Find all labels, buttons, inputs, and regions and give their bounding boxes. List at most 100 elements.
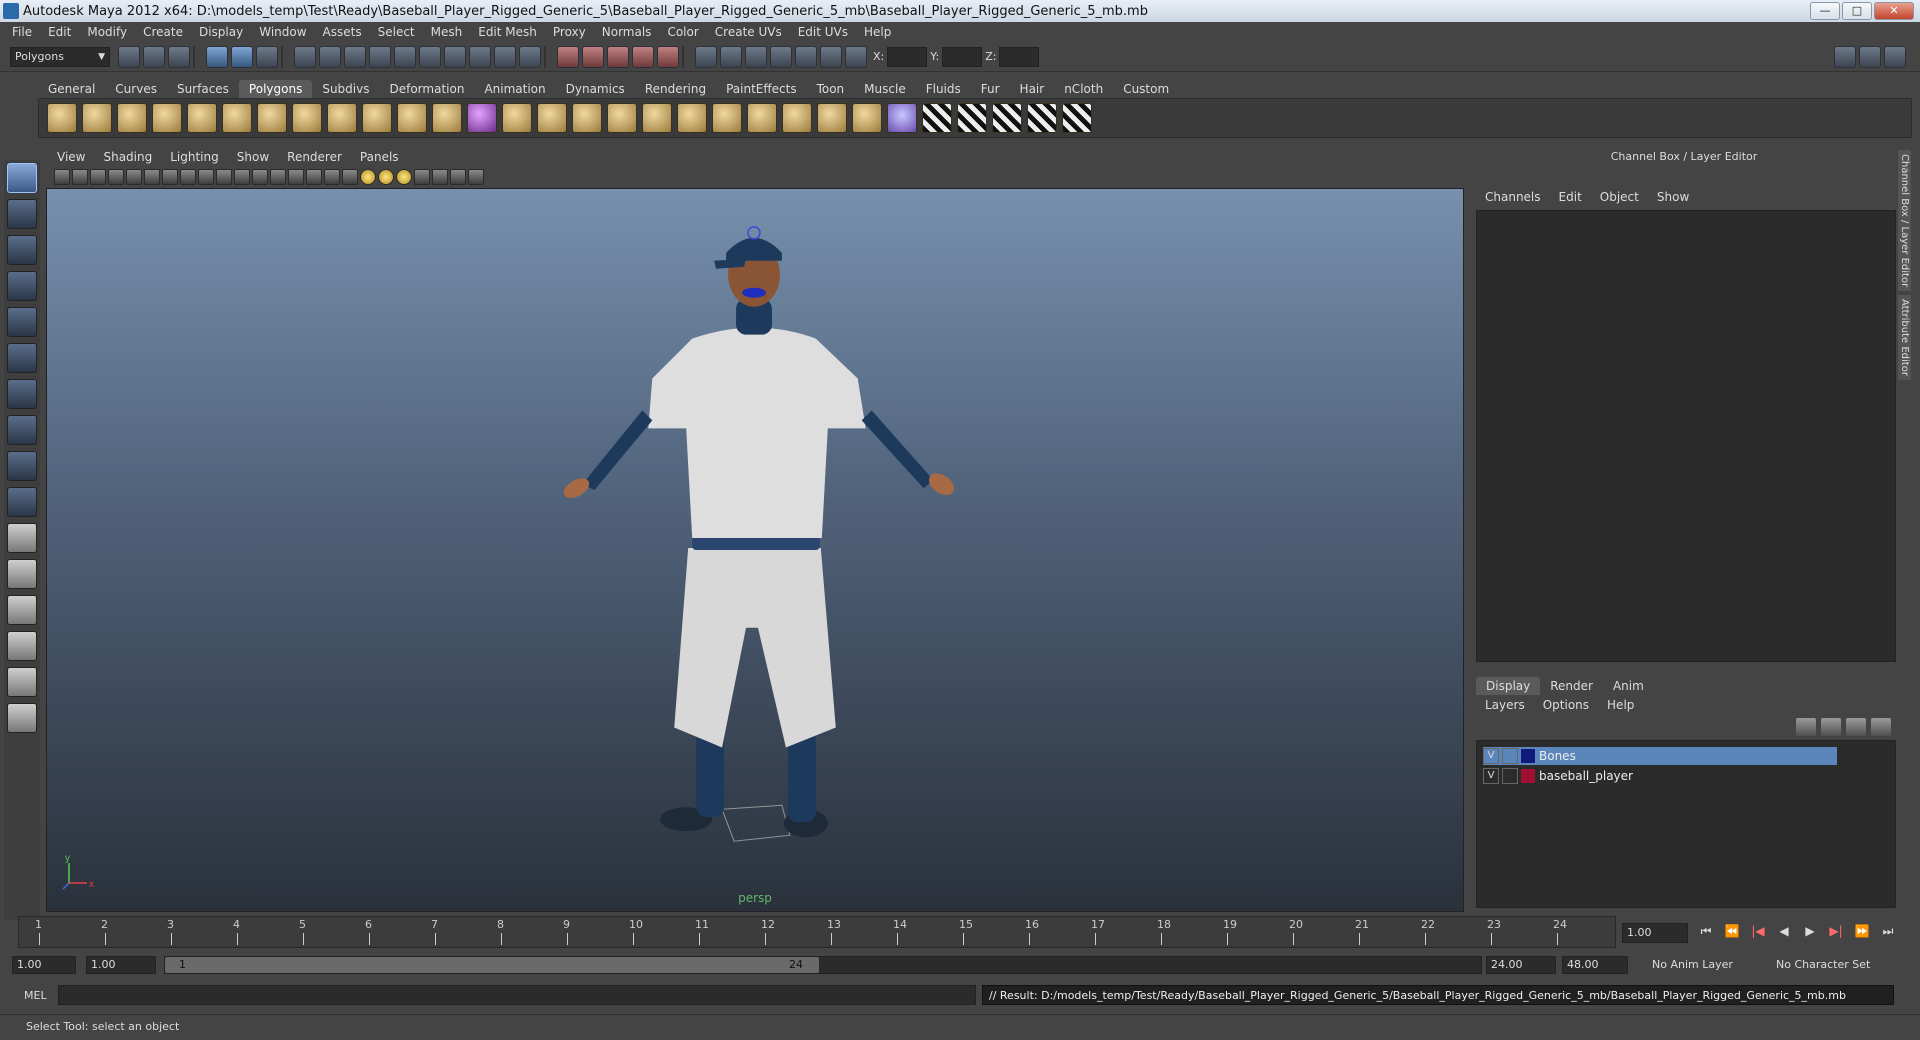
- tab-anim[interactable]: Anim: [1603, 677, 1654, 695]
- perspective-viewport[interactable]: y x persp: [46, 188, 1464, 912]
- boolean-icon[interactable]: [432, 103, 462, 133]
- rotate-tool-icon[interactable]: [7, 307, 37, 337]
- side-tab-attribute-editor[interactable]: Attribute Editor: [1898, 295, 1911, 381]
- channel-edit-menu[interactable]: Edit: [1550, 190, 1591, 204]
- combine-icon[interactable]: [362, 103, 392, 133]
- backface-culling-icon[interactable]: [468, 169, 484, 185]
- film-gate-icon[interactable]: [180, 169, 196, 185]
- z-field[interactable]: [999, 46, 1040, 67]
- create-layer-from-selection-icon[interactable]: [1871, 718, 1891, 736]
- poly-cube-icon[interactable]: [82, 103, 112, 133]
- anim-layer-dropdown[interactable]: No Anim Layer: [1652, 958, 1733, 971]
- shelf-tab-muscle[interactable]: Muscle: [854, 80, 916, 98]
- mask-handles-icon[interactable]: [294, 45, 316, 68]
- close-button[interactable]: ✕: [1874, 2, 1914, 20]
- snap-curve-icon[interactable]: [582, 45, 604, 68]
- display-type-toggle[interactable]: [1502, 748, 1518, 764]
- universal-manipulator-icon[interactable]: [7, 379, 37, 409]
- lock-selection-icon[interactable]: [494, 45, 516, 68]
- shelf-tab-subdivs[interactable]: Subdivs: [312, 80, 379, 98]
- menu-display[interactable]: Display: [191, 25, 251, 39]
- scale-tool-icon[interactable]: [7, 343, 37, 373]
- channel-object-menu[interactable]: Object: [1591, 190, 1648, 204]
- camera-attributes-icon[interactable]: [72, 169, 88, 185]
- select-camera-icon[interactable]: [54, 169, 70, 185]
- hypershade-icon[interactable]: [820, 45, 842, 68]
- channels-menu[interactable]: Channels: [1476, 190, 1550, 204]
- mask-joints-icon[interactable]: [319, 45, 341, 68]
- panel-menu-view[interactable]: View: [48, 150, 94, 166]
- grease-pencil-icon[interactable]: [144, 169, 160, 185]
- shadows-icon[interactable]: [378, 169, 394, 185]
- select-component-icon[interactable]: [256, 45, 278, 68]
- playback-end-field[interactable]: 24.00: [1486, 956, 1556, 974]
- channel-show-menu[interactable]: Show: [1648, 190, 1698, 204]
- toggle-attribute-editor-icon[interactable]: [1834, 45, 1856, 68]
- append-polygon-icon[interactable]: [572, 103, 602, 133]
- wireframe-on-shaded-icon[interactable]: [324, 169, 340, 185]
- mask-curves-icon[interactable]: [344, 45, 366, 68]
- poly-plane-icon[interactable]: [187, 103, 217, 133]
- new-scene-icon[interactable]: [118, 45, 140, 68]
- lasso-tool-icon[interactable]: [7, 199, 37, 229]
- layer-color-swatch[interactable]: [1521, 749, 1535, 763]
- visibility-toggle[interactable]: V: [1483, 748, 1499, 764]
- shelf-tab-hair[interactable]: Hair: [1010, 80, 1055, 98]
- menu-window[interactable]: Window: [251, 25, 314, 39]
- character-set-dropdown[interactable]: No Character Set: [1776, 958, 1870, 971]
- shelf-tab-rendering[interactable]: Rendering: [635, 80, 716, 98]
- insert-edge-loop-icon[interactable]: [642, 103, 672, 133]
- safe-title-icon[interactable]: [270, 169, 286, 185]
- xray-joints-icon[interactable]: [450, 169, 466, 185]
- save-scene-icon[interactable]: [168, 45, 190, 68]
- options-menu[interactable]: Options: [1534, 698, 1598, 712]
- shelf-tab-animation[interactable]: Animation: [474, 80, 555, 98]
- mask-dynamics-icon[interactable]: [419, 45, 441, 68]
- xray-icon[interactable]: [432, 169, 448, 185]
- menu-set-dropdown[interactable]: Polygons ▼: [10, 46, 110, 67]
- image-plane-icon[interactable]: [108, 169, 124, 185]
- snap-grid-icon[interactable]: [557, 45, 579, 68]
- menu-select[interactable]: Select: [370, 25, 423, 39]
- input-output-icon[interactable]: [695, 45, 717, 68]
- shelf-tab-toon[interactable]: Toon: [807, 80, 855, 98]
- move-layer-down-icon[interactable]: [1821, 718, 1841, 736]
- automatic-mapping-icon[interactable]: [922, 103, 952, 133]
- paint-select-tool-icon[interactable]: [7, 235, 37, 265]
- shelf-tab-polygons[interactable]: Polygons: [238, 80, 313, 98]
- split-polygon-icon[interactable]: [607, 103, 637, 133]
- mask-deformations-icon[interactable]: [394, 45, 416, 68]
- menu-help[interactable]: Help: [856, 25, 899, 39]
- gate-mask-icon[interactable]: [216, 169, 232, 185]
- safe-action-icon[interactable]: [252, 169, 268, 185]
- mask-rendering-icon[interactable]: [444, 45, 466, 68]
- layout-uvs-icon[interactable]: [992, 103, 1022, 133]
- menu-assets[interactable]: Assets: [315, 25, 370, 39]
- range-slider-thumb[interactable]: [165, 957, 819, 973]
- bookmarks-icon[interactable]: [90, 169, 106, 185]
- visibility-toggle[interactable]: V: [1483, 768, 1499, 784]
- unfold-uvs-icon[interactable]: [1027, 103, 1057, 133]
- shelf-tab-general[interactable]: General: [38, 80, 105, 98]
- display-type-toggle[interactable]: [1502, 768, 1518, 784]
- move-tool-icon[interactable]: [7, 271, 37, 301]
- menu-create-uvs[interactable]: Create UVs: [707, 25, 790, 39]
- menu-color[interactable]: Color: [659, 25, 706, 39]
- menu-normals[interactable]: Normals: [594, 25, 660, 39]
- step-back-frame-button[interactable]: |◀: [1748, 924, 1768, 942]
- offset-edge-icon[interactable]: [782, 103, 812, 133]
- step-forward-frame-button[interactable]: ▶|: [1826, 924, 1846, 942]
- y-field[interactable]: [942, 46, 983, 67]
- panel-menu-renderer[interactable]: Renderer: [278, 150, 351, 166]
- collapse-icon[interactable]: [747, 103, 777, 133]
- cylindrical-mapping-icon[interactable]: [852, 103, 882, 133]
- select-object-icon[interactable]: [231, 45, 253, 68]
- maximize-button[interactable]: □: [1842, 2, 1872, 20]
- poly-cone-icon[interactable]: [152, 103, 182, 133]
- step-forward-key-button[interactable]: ⏩: [1852, 924, 1872, 942]
- open-scene-icon[interactable]: [143, 45, 165, 68]
- shelf-tab-painteffects[interactable]: PaintEffects: [716, 80, 806, 98]
- hypershade-layout-icon[interactable]: [7, 667, 37, 697]
- select-tool-icon[interactable]: [7, 163, 37, 193]
- single-perspective-layout-icon[interactable]: [7, 523, 37, 553]
